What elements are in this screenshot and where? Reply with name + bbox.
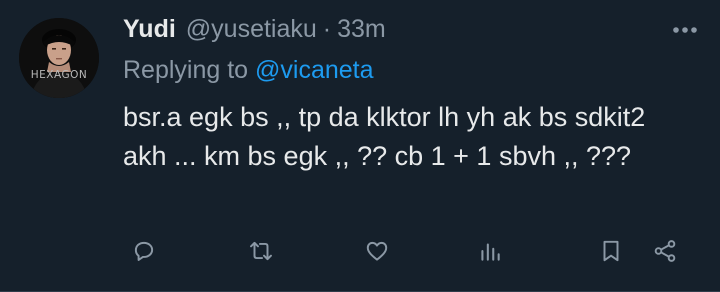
replying-to: Replying to @vicaneta <box>123 56 374 85</box>
author-handle[interactable]: @yusetiaku <box>186 15 317 44</box>
like-button[interactable] <box>359 233 395 269</box>
avatar-logo-text: HEXAGON <box>30 69 88 81</box>
timestamp[interactable]: 33m <box>337 15 386 44</box>
tweet[interactable]: HEXAGON Yudi @yusetiaku · 33m Replying t… <box>0 0 720 292</box>
avatar-photo <box>19 18 99 98</box>
more-options-button[interactable] <box>670 18 700 42</box>
share-icon <box>654 240 676 262</box>
views-button[interactable] <box>472 233 508 269</box>
views-icon <box>481 243 500 261</box>
share-button[interactable] <box>647 233 683 269</box>
avatar[interactable]: HEXAGON <box>19 18 99 98</box>
like-icon <box>366 241 388 261</box>
retweet-icon <box>250 241 272 261</box>
retweet-button[interactable] <box>243 233 279 269</box>
bookmark-icon <box>603 240 619 262</box>
author-name[interactable]: Yudi <box>123 15 176 44</box>
more-icon <box>673 27 697 33</box>
bookmark-button[interactable] <box>593 233 629 269</box>
replying-to-label: Replying to <box>123 56 249 84</box>
reply-mention-link[interactable]: @vicaneta <box>255 56 374 84</box>
reply-icon <box>134 241 154 261</box>
reply-button[interactable] <box>126 233 162 269</box>
tweet-text: bsr.a egk bs ,, tp da klktor lh yh ak bs… <box>123 102 646 171</box>
action-bar <box>0 233 720 269</box>
separator-dot: · <box>322 14 332 43</box>
tweet-header: Yudi @yusetiaku · 33m <box>123 12 386 46</box>
